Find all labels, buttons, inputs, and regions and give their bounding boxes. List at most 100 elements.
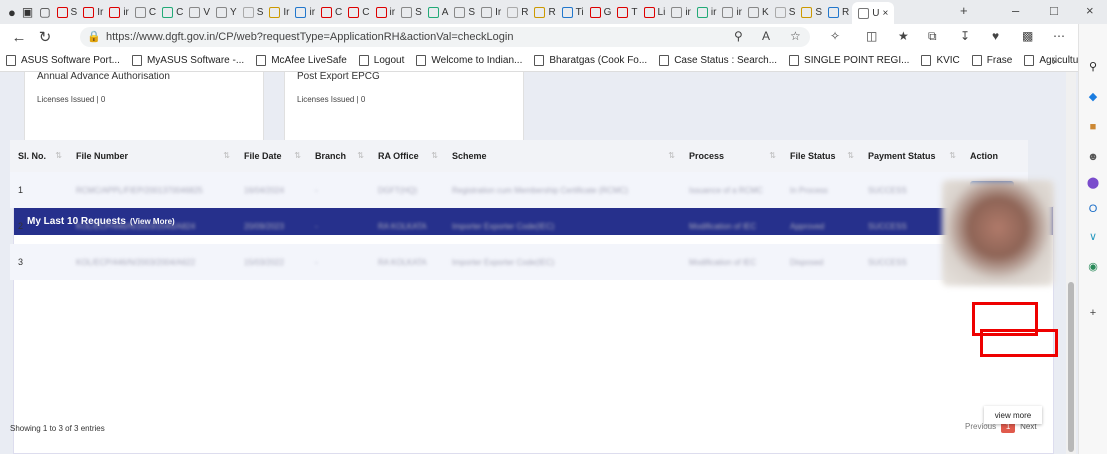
- bookmark-item[interactable]: McAfee LiveSafe: [256, 55, 347, 66]
- browser-tab[interactable]: Ir: [80, 2, 106, 22]
- sidebar-designer-icon[interactable]: ∨: [1086, 230, 1100, 244]
- extensions-icon[interactable]: ✧: [830, 29, 840, 43]
- bookmark-item[interactable]: Case Status : Search...: [659, 55, 777, 66]
- collections-icon[interactable]: ⧉: [928, 29, 937, 44]
- browser-tab[interactable]: V: [186, 2, 213, 22]
- browser-tab[interactable]: T: [614, 2, 640, 22]
- browser-tab[interactable]: ir: [668, 2, 694, 22]
- read-aloud-icon[interactable]: A: [762, 29, 770, 43]
- new-tab-button[interactable]: +: [960, 3, 968, 18]
- sort-icon[interactable]: ⇅: [431, 151, 438, 160]
- browser-tab[interactable]: R: [825, 2, 852, 22]
- sort-icon[interactable]: ⇅: [769, 151, 776, 160]
- browser-tab[interactable]: ir: [694, 2, 720, 22]
- column-header[interactable]: RA Office ⇅: [370, 140, 444, 172]
- browser-tab[interactable]: R: [531, 2, 558, 22]
- browser-tab[interactable]: S: [240, 2, 267, 22]
- browser-tab[interactable]: ir: [373, 2, 399, 22]
- browser-tab[interactable]: S: [451, 2, 478, 22]
- browser-tab[interactable]: ir: [292, 2, 318, 22]
- column-header[interactable]: Sl. No. ⇅: [10, 140, 68, 172]
- browser-tab[interactable]: S: [798, 2, 825, 22]
- copilot-sidebar-icon[interactable]: ▩: [1022, 29, 1033, 43]
- column-header[interactable]: Branch ⇅: [307, 140, 370, 172]
- tab-actions-icon[interactable]: ▢: [36, 2, 53, 22]
- browser-tab[interactable]: Ti: [559, 2, 587, 22]
- page-scrollbar[interactable]: [1066, 72, 1076, 454]
- bookmark-item[interactable]: MyASUS Software -...: [131, 55, 244, 66]
- browser-tab[interactable]: Ir: [478, 2, 504, 22]
- sidebar-people-icon[interactable]: ☻: [1086, 150, 1100, 164]
- browser-tab[interactable]: K: [745, 2, 772, 22]
- sidebar-tools-icon[interactable]: ■: [1086, 120, 1100, 134]
- column-header[interactable]: File Date ⇅: [236, 140, 307, 172]
- tab-label: ir: [389, 6, 396, 18]
- downloads-icon[interactable]: ↧: [960, 29, 970, 43]
- browser-tab[interactable]: C: [345, 2, 372, 22]
- column-header[interactable]: Scheme ⇅: [444, 140, 681, 172]
- browser-essentials-icon[interactable]: ♥: [992, 29, 999, 43]
- browser-tab[interactable]: S: [54, 2, 81, 22]
- zoom-icon[interactable]: ⚲: [734, 29, 743, 43]
- sort-icon[interactable]: ⇅: [668, 151, 675, 160]
- browser-tab[interactable]: C: [132, 2, 159, 22]
- address-bar[interactable]: 🔒 https://www.dgft.gov.in/CP/web?request…: [80, 27, 810, 47]
- column-header[interactable]: File Status ⇅: [782, 140, 860, 172]
- split-screen-icon[interactable]: ◫: [866, 29, 877, 43]
- sort-icon[interactable]: ⇅: [949, 151, 956, 160]
- browser-tab[interactable]: C: [159, 2, 186, 22]
- tab-active[interactable]: U ×: [852, 2, 895, 24]
- bookmark-item[interactable]: SINGLE POINT REGI...: [789, 55, 909, 66]
- browser-tab[interactable]: ir: [106, 2, 132, 22]
- browser-tab[interactable]: G: [587, 2, 615, 22]
- back-button[interactable]: ←: [6, 29, 32, 46]
- bookmarks-overflow-icon[interactable]: ›: [1052, 54, 1056, 68]
- bookmark-item[interactable]: KVIC: [921, 55, 960, 66]
- workspaces-icon[interactable]: ▣: [19, 2, 36, 22]
- sidebar-tag-icon[interactable]: ◆: [1086, 90, 1100, 104]
- browser-tab[interactable]: Y: [213, 2, 240, 22]
- column-header[interactable]: Payment Status ⇅: [860, 140, 962, 172]
- column-header[interactable]: Action: [962, 140, 1028, 172]
- bookmark-item[interactable]: Bharatgas (Cook Fo...: [534, 55, 647, 66]
- action-dropdown-view-more[interactable]: view more: [984, 406, 1042, 424]
- favorite-star-icon[interactable]: ☆: [790, 29, 801, 43]
- bookmark-item[interactable]: ASUS Software Port...: [6, 55, 120, 66]
- reload-button[interactable]: ↻: [32, 28, 58, 46]
- browser-tab[interactable]: A: [425, 2, 452, 22]
- bookmark-item[interactable]: Logout: [358, 55, 404, 66]
- scrollbar-thumb[interactable]: [1068, 282, 1074, 452]
- column-header[interactable]: Process ⇅: [681, 140, 782, 172]
- lock-icon[interactable]: 🔒: [87, 30, 101, 43]
- sort-icon[interactable]: ⇅: [223, 151, 230, 160]
- sidebar-profile-icon[interactable]: ◉: [1086, 260, 1100, 274]
- browser-tab[interactable]: S: [772, 2, 799, 22]
- column-header[interactable]: File Number ⇅: [68, 140, 236, 172]
- close-window-button[interactable]: ×: [1086, 3, 1094, 18]
- minimize-button[interactable]: –: [1012, 3, 1019, 18]
- bookmark-label: SINGLE POINT REGI...: [804, 55, 910, 66]
- browser-tab[interactable]: Ir: [266, 2, 292, 22]
- maximize-button[interactable]: □: [1050, 3, 1058, 18]
- more-menu-icon[interactable]: ⋯: [1053, 29, 1065, 43]
- sort-icon[interactable]: ⇅: [357, 151, 364, 160]
- bookmark-item[interactable]: Welcome to Indian...: [416, 55, 522, 66]
- sidebar-search-icon[interactable]: ⚲: [1086, 60, 1100, 74]
- tab-label: S: [815, 6, 823, 18]
- sort-icon[interactable]: ⇅: [55, 151, 62, 160]
- tab-favicon-icon: [134, 6, 146, 18]
- sidebar-add-icon[interactable]: +: [1086, 306, 1100, 320]
- browser-tab[interactable]: ir: [719, 2, 745, 22]
- browser-tab[interactable]: Li: [641, 2, 669, 22]
- profile-icon[interactable]: ●: [0, 2, 19, 22]
- favorites-icon[interactable]: ★: [898, 29, 909, 43]
- browser-tab[interactable]: C: [318, 2, 345, 22]
- sidebar-outlook-icon[interactable]: O: [1086, 202, 1100, 216]
- bookmark-item[interactable]: Frase: [971, 55, 1012, 66]
- tab-close-icon[interactable]: ×: [883, 8, 889, 19]
- sort-icon[interactable]: ⇅: [847, 151, 854, 160]
- sort-icon[interactable]: ⇅: [294, 151, 301, 160]
- browser-tab[interactable]: S: [398, 2, 425, 22]
- sidebar-m365-icon[interactable]: ⬤: [1086, 176, 1100, 190]
- browser-tab[interactable]: R: [504, 2, 531, 22]
